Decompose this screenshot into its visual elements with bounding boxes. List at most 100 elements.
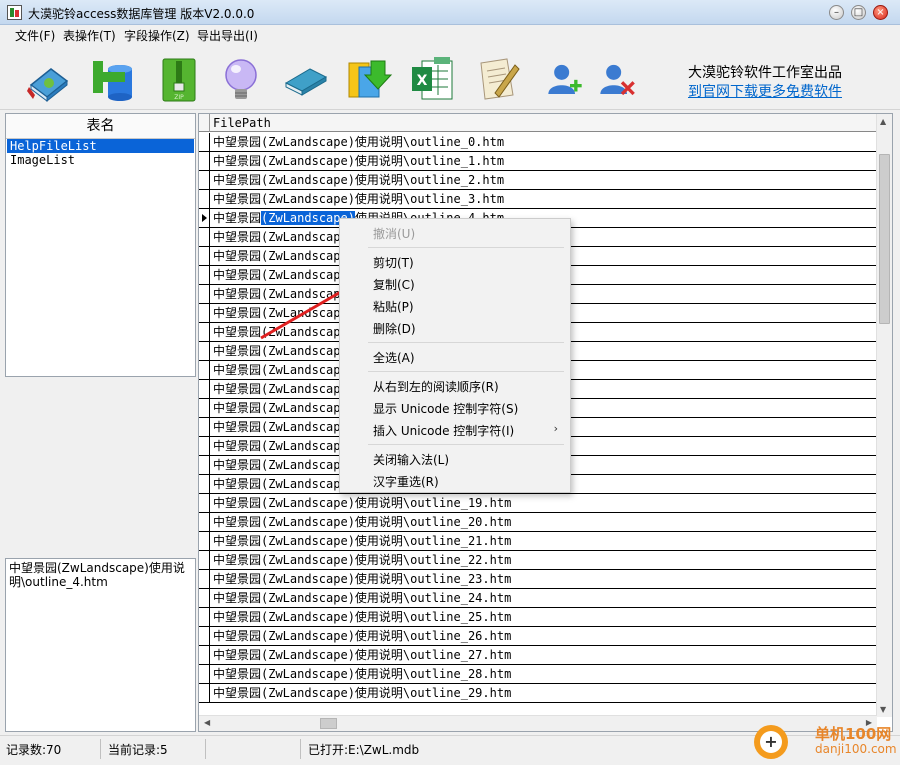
table-row[interactable]: 中望景园(ZwLandscape)使用说明\outline_27.htm [199, 646, 877, 665]
detail-text-area[interactable]: 中望景园(ZwLandscape)使用说明\outline_4.htm [5, 558, 196, 732]
grid-cell[interactable]: 中望景园(ZwLandscape)使用说明\outline_21.htm [213, 534, 511, 548]
menu-table-ops[interactable]: 表操作(T) [63, 27, 116, 44]
import-icon[interactable] [345, 55, 393, 103]
row-header[interactable] [199, 361, 210, 379]
add-table-icon[interactable] [90, 55, 138, 103]
menu-cut[interactable]: 剪切(T) [373, 254, 414, 271]
table-row[interactable]: 中望景园(ZwLandscape)使用说明\outline_21.htm [199, 532, 877, 551]
grid-cell[interactable]: 中望景园(ZwLandscape)使用说明\outline_27.htm [213, 648, 511, 662]
excel-export-icon[interactable]: X [408, 55, 456, 103]
menu-copy[interactable]: 复制(C) [373, 276, 415, 293]
table-list-item[interactable]: ImageList [7, 153, 194, 167]
row-header[interactable] [199, 342, 210, 360]
table-row[interactable]: 中望景园(ZwLandscape)使用说明\outline_3.htm [199, 190, 877, 209]
edit-document-icon[interactable] [473, 55, 521, 103]
row-header[interactable] [199, 190, 210, 208]
remove-user-icon[interactable] [597, 59, 637, 99]
current-row-indicator-icon[interactable] [199, 209, 210, 227]
open-database-icon[interactable] [25, 55, 73, 103]
row-header[interactable] [199, 323, 210, 341]
table-row[interactable]: 中望景园(ZwLandscape)使用说明\outline_1.htm [199, 152, 877, 171]
grid-cell[interactable]: 中望景园(ZwLandscape)使用说明\outline_22.htm [213, 553, 511, 567]
row-header[interactable] [199, 513, 210, 531]
close-button[interactable]: × [873, 5, 888, 20]
lightbulb-icon[interactable] [217, 55, 265, 103]
row-header[interactable] [199, 551, 210, 569]
row-header[interactable] [199, 133, 210, 151]
table-row[interactable]: 中望景园(ZwLandscape)使用说明\outline_28.htm [199, 665, 877, 684]
table-row[interactable]: 中望景园(ZwLandscape)使用说明\outline_29.htm [199, 684, 877, 703]
scroll-left-icon[interactable]: ◀ [204, 718, 210, 727]
grid-cell[interactable]: 中望景园(ZwLandscape)使用说明\outline_28.htm [213, 667, 511, 681]
grid-cell[interactable]: 中望景园(ZwLandscape)使用说明\outline_20.htm [213, 515, 511, 529]
table-row[interactable]: 中望景园(ZwLandscape)使用说明\outline_25.htm [199, 608, 877, 627]
minimize-button[interactable]: – [829, 5, 844, 20]
table-list-header: 表名 [6, 114, 195, 139]
row-header[interactable] [199, 437, 210, 455]
row-header[interactable] [199, 304, 210, 322]
menu-rtl-reading-order[interactable]: 从右到左的阅读顺序(R) [373, 378, 499, 395]
row-header[interactable] [199, 266, 210, 284]
row-header[interactable] [199, 684, 210, 702]
menu-import-export[interactable]: 导出导出(I) [197, 27, 258, 44]
table-row[interactable]: 中望景园(ZwLandscape)使用说明\outline_0.htm [199, 133, 877, 152]
grid-cell[interactable]: 中望景园(ZwLandscape)使用说明\outline_25.htm [213, 610, 511, 624]
scroll-down-icon[interactable]: ▼ [880, 705, 886, 714]
download-link[interactable]: 到官网下载更多免费软件 [688, 81, 842, 101]
table-row[interactable]: 中望景园(ZwLandscape)使用说明\outline_20.htm [199, 513, 877, 532]
row-header[interactable] [199, 399, 210, 417]
grid-cell[interactable]: 中望景园(ZwLandscape)使用说明\outline_19.htm [213, 496, 511, 510]
table-list-item[interactable]: HelpFileList [7, 139, 194, 153]
row-header[interactable] [199, 228, 210, 246]
book-icon[interactable] [282, 55, 330, 103]
table-row[interactable]: 中望景园(ZwLandscape)使用说明\outline_26.htm [199, 627, 877, 646]
table-row[interactable]: 中望景园(ZwLandscape)使用说明\outline_2.htm [199, 171, 877, 190]
menu-show-unicode[interactable]: 显示 Unicode 控制字符(S) [373, 400, 518, 417]
grid-cell[interactable]: 中望景园(ZwLandscape)使用说明\outline_29.htm [213, 686, 511, 700]
row-header[interactable] [199, 608, 210, 626]
table-row[interactable]: 中望景园(ZwLandscape)使用说明\outline_19.htm [199, 494, 877, 513]
table-row[interactable]: 中望景园(ZwLandscape)使用说明\outline_24.htm [199, 589, 877, 608]
grid-cell[interactable]: 中望景园(ZwLandscape)使用说明\outline_26.htm [213, 629, 511, 643]
add-user-icon[interactable] [545, 59, 585, 99]
menu-file[interactable]: 文件(F) [15, 27, 55, 44]
vertical-scrollbar[interactable]: ▲ ▼ [876, 114, 892, 717]
row-header[interactable] [199, 589, 210, 607]
menu-insert-unicode[interactable]: 插入 Unicode 控制字符(I) [373, 422, 514, 439]
row-header[interactable] [199, 627, 210, 645]
row-header[interactable] [199, 665, 210, 683]
zip-icon[interactable]: ZIP [155, 55, 203, 103]
grid-cell[interactable]: 中望景园(ZwLandscape)使用说明\outline_2.htm [213, 173, 504, 187]
grid-cell[interactable]: 中望景园(ZwLandscape)使用说明\outline_3.htm [213, 192, 504, 206]
row-header[interactable] [199, 646, 210, 664]
row-header[interactable] [199, 494, 210, 512]
menu-select-all[interactable]: 全选(A) [373, 349, 415, 366]
row-header[interactable] [199, 285, 210, 303]
grid-cell[interactable]: 中望景园(ZwLandscape)使用说明\outline_1.htm [213, 154, 504, 168]
table-row[interactable]: 中望景园(ZwLandscape)使用说明\outline_23.htm [199, 570, 877, 589]
maximize-button[interactable]: □ [851, 5, 866, 20]
row-header[interactable] [199, 171, 210, 189]
row-header[interactable] [199, 475, 210, 493]
grid-cell[interactable]: 中望景园(ZwLandscape)使用说明\outline_23.htm [213, 572, 511, 586]
menu-delete[interactable]: 删除(D) [373, 320, 416, 337]
scroll-up-icon[interactable]: ▲ [880, 117, 886, 126]
row-header[interactable] [199, 456, 210, 474]
menu-close-ime[interactable]: 关闭输入法(L) [373, 451, 449, 468]
menu-reconvert[interactable]: 汉字重选(R) [373, 473, 439, 490]
horizontal-scroll-thumb[interactable] [320, 718, 337, 729]
column-header-filepath[interactable]: FilePath [213, 116, 271, 130]
grid-cell[interactable]: 中望景园(ZwLandscape)使用说明\outline_0.htm [213, 135, 504, 149]
menu-undo[interactable]: 撤消(U) [373, 225, 415, 242]
row-header[interactable] [199, 152, 210, 170]
row-header[interactable] [199, 380, 210, 398]
menu-paste[interactable]: 粘贴(P) [373, 298, 414, 315]
row-header[interactable] [199, 570, 210, 588]
row-header[interactable] [199, 247, 210, 265]
table-row[interactable]: 中望景园(ZwLandscape)使用说明\outline_22.htm [199, 551, 877, 570]
vertical-scroll-thumb[interactable] [879, 154, 890, 324]
row-header[interactable] [199, 532, 210, 550]
row-header[interactable] [199, 418, 210, 436]
menu-field-ops[interactable]: 字段操作(Z) [124, 27, 190, 44]
grid-cell[interactable]: 中望景园(ZwLandscape)使用说明\outline_24.htm [213, 591, 511, 605]
